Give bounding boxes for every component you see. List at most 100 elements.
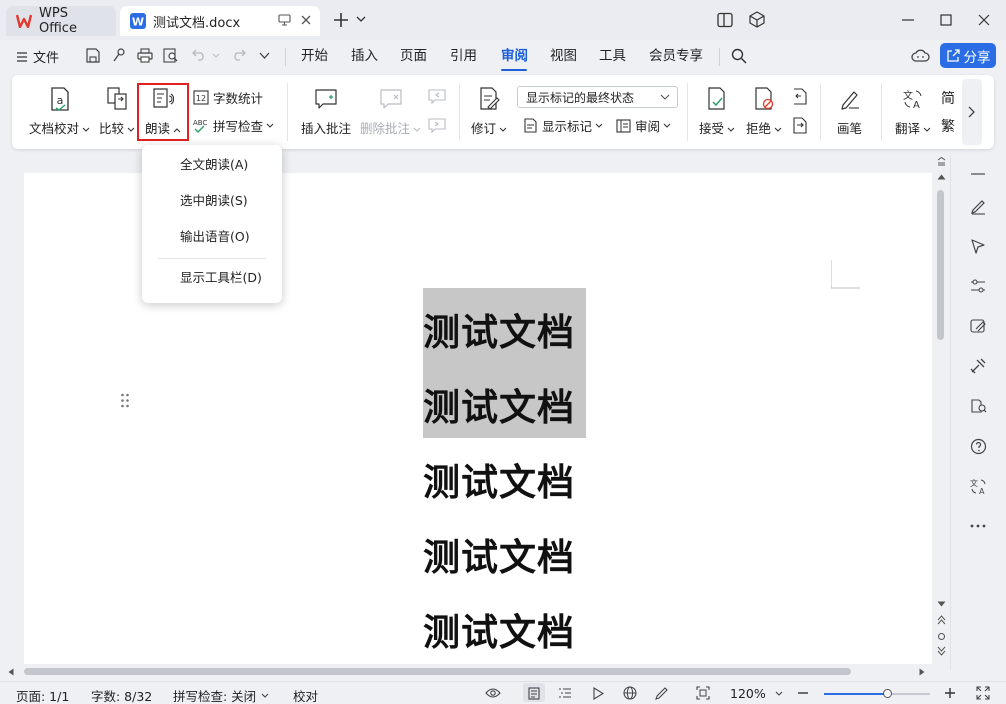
previous-comment-icon[interactable] [428, 88, 446, 104]
save-icon[interactable] [85, 48, 100, 63]
zoom-level-select[interactable]: 120% [730, 686, 783, 701]
vertical-scroll-thumb[interactable] [937, 190, 944, 340]
scroll-left-icon[interactable] [8, 668, 14, 676]
new-tab-icon[interactable] [333, 12, 349, 28]
zoom-out-icon[interactable] [797, 687, 809, 699]
more-options-icon[interactable] [968, 516, 988, 536]
insert-comment-button[interactable]: 插入批注 [301, 84, 351, 137]
to-traditional-button[interactable]: 繁 [941, 116, 955, 136]
select-cursor-icon[interactable] [968, 236, 988, 256]
menu-member[interactable]: 会员专享 [649, 46, 703, 66]
word-count-indicator[interactable]: 字数: 8/32 [91, 686, 152, 704]
menu-references[interactable]: 引用 [450, 46, 477, 66]
doc-check-button[interactable]: a 文档校对 [29, 84, 90, 137]
menu-start[interactable]: 开始 [301, 46, 328, 66]
fullscreen-icon[interactable] [976, 686, 990, 700]
next-page-icon[interactable] [937, 646, 946, 656]
scroll-down-icon[interactable] [937, 601, 946, 607]
export-audio-item[interactable]: 输出语音(O) [142, 223, 282, 251]
monitor-icon[interactable] [278, 14, 291, 26]
browse-object-icon[interactable] [937, 632, 946, 641]
translate-button[interactable]: 文A 翻译 [895, 84, 931, 137]
share-button[interactable]: 分享 [940, 43, 996, 68]
show-marks-button[interactable]: 显示标记 [523, 116, 603, 135]
pen-mode-icon[interactable] [655, 686, 669, 700]
translate-side-icon[interactable]: 文A [968, 476, 988, 496]
horizontal-scroll-thumb[interactable] [24, 668, 851, 675]
maximize-icon[interactable] [936, 10, 956, 30]
reject-button[interactable]: 拒绝 [746, 84, 782, 137]
ai-write-icon[interactable] [968, 316, 988, 336]
help-icon[interactable] [968, 436, 988, 456]
search-icon[interactable] [731, 48, 747, 64]
zoom-slider-thumb[interactable] [883, 689, 892, 698]
print-preview-icon[interactable] [163, 48, 179, 63]
menu-review[interactable]: 审阅 [501, 46, 528, 66]
window-close-icon[interactable] [974, 10, 994, 30]
eye-protection-icon[interactable] [485, 687, 501, 699]
show-marks-icon [523, 118, 538, 133]
menu-view[interactable]: 视图 [550, 46, 577, 66]
tab-wps-home[interactable]: WPS Office [6, 6, 116, 36]
document-line[interactable]: 测试文档 [423, 527, 575, 581]
ribbon-scroll-right[interactable] [962, 79, 982, 145]
tab-document[interactable]: W 测试文档.docx [120, 6, 320, 36]
read-selection-item[interactable]: 选中朗读(S) [142, 187, 282, 215]
document-line[interactable]: 测试文档 [423, 302, 575, 356]
next-comment-icon[interactable] [428, 117, 446, 133]
menu-tools[interactable]: 工具 [599, 46, 626, 66]
close-tab-icon[interactable] [300, 14, 312, 26]
menu-page[interactable]: 页面 [400, 46, 427, 66]
drag-handle-icon[interactable] [120, 393, 130, 408]
document-line[interactable]: 测试文档 [423, 452, 575, 506]
previous-page-icon[interactable] [937, 615, 946, 625]
show-toolbar-item[interactable]: 显示工具栏(D) [142, 264, 282, 292]
pen-button[interactable]: 画笔 [837, 84, 862, 137]
track-changes-button[interactable]: 修订 [471, 84, 507, 137]
undo-icon[interactable] [192, 49, 206, 61]
spell-check-button[interactable]: ABC 拼写检查 [193, 116, 274, 135]
link-icon[interactable] [112, 48, 126, 63]
cloud-icon[interactable] [911, 48, 930, 63]
document-line[interactable]: 测试文档 [423, 377, 575, 431]
redo-icon[interactable] [232, 49, 246, 61]
word-count-button[interactable]: 12 字数统计 [193, 88, 263, 107]
file-menu[interactable]: 文件 [17, 47, 59, 66]
layout-icon[interactable] [717, 12, 733, 28]
collapse-panel-icon[interactable] [968, 164, 988, 184]
to-simplified-button[interactable]: 简 [941, 88, 955, 108]
accept-button[interactable]: 接受 [699, 84, 735, 137]
document-line[interactable]: 测试文档 [423, 602, 575, 656]
scroll-up-icon[interactable] [937, 174, 946, 180]
undo-dropdown-icon[interactable] [212, 53, 220, 59]
zoom-in-icon[interactable] [944, 687, 956, 699]
menu-insert[interactable]: 插入 [351, 46, 378, 66]
proofread-status[interactable]: 校对 [293, 686, 318, 704]
tab-document-label: 测试文档.docx [153, 15, 241, 31]
web-view-icon[interactable] [623, 686, 637, 700]
more-chevron-icon[interactable] [259, 52, 270, 60]
minimize-icon[interactable] [898, 10, 918, 30]
read-full-text-item[interactable]: 全文朗读(A) [142, 151, 282, 179]
compare-button[interactable]: 比较 [99, 84, 135, 137]
tab-list-chevron-icon[interactable] [356, 15, 366, 23]
fit-page-icon[interactable] [696, 686, 710, 700]
previous-change-icon[interactable] [791, 88, 808, 105]
spell-check-status[interactable]: 拼写检查: 关闭 [173, 686, 269, 704]
adjust-sliders-icon[interactable] [968, 276, 988, 296]
play-icon[interactable] [592, 687, 604, 700]
page-view-icon[interactable] [528, 687, 540, 700]
print-icon[interactable] [137, 48, 153, 63]
page-indicator[interactable]: 页面: 1/1 [16, 686, 69, 704]
reading-mode-icon[interactable] [968, 396, 988, 416]
edit-pencil-icon[interactable] [968, 196, 988, 216]
next-change-icon[interactable] [791, 117, 808, 134]
scroll-right-icon[interactable] [919, 668, 925, 676]
delete-comment-button[interactable]: 删除批注 [360, 84, 421, 137]
review-pane-button[interactable]: 审阅 [616, 116, 671, 135]
split-view-icon[interactable] [937, 157, 946, 167]
outline-view-icon[interactable] [558, 687, 572, 699]
cube-icon[interactable] [749, 11, 765, 28]
markup-display-select[interactable]: 显示标记的最终状态 [517, 86, 678, 108]
tools-icon[interactable] [968, 356, 988, 376]
